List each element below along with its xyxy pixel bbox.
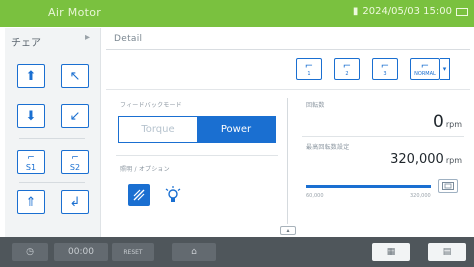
chair-divider: [19, 182, 85, 183]
chair-divider: [19, 138, 85, 139]
speed-value: 0: [433, 112, 444, 132]
light-button[interactable]: [162, 184, 184, 206]
spittoon-button[interactable]: ⇑: [17, 190, 45, 214]
battery-icon: [456, 7, 468, 16]
preset-2-button[interactable]: ⌐ 2: [334, 58, 360, 80]
clock-icon: ◷: [26, 247, 34, 257]
mode-toggle: Torque Power: [118, 116, 276, 143]
preset-2-label: 2: [345, 71, 349, 77]
max-speed-unit: rpm: [445, 156, 462, 165]
chair-panel-title: チェア: [11, 38, 41, 49]
max-speed: 320,000 rpm: [390, 152, 462, 167]
s2-label: S2: [69, 162, 81, 172]
speed-divider: [302, 136, 464, 137]
grid-icon: ▦: [386, 247, 396, 257]
speed-slider-fill: [306, 185, 431, 188]
handpiece-icon: ⌂: [191, 247, 197, 257]
power-option[interactable]: Power: [197, 117, 275, 142]
preset-1-label: 1: [307, 71, 311, 77]
max-speed-value: 320,000: [390, 152, 444, 167]
light-label: 照明 / オプション: [120, 166, 170, 173]
chair-backrest-down-button[interactable]: ↙: [61, 104, 89, 128]
chair-panel: チェア ▸ ⬆ ↖ ⬇ ↙ ⌐ S1 ⌐ S2 ⇑ ↲: [5, 28, 101, 239]
s1-label: S1: [25, 162, 37, 172]
detail-header: Detail: [106, 30, 470, 50]
timer-button[interactable]: ◷: [12, 243, 48, 261]
spray-icon: [133, 189, 145, 201]
reset-label: RESET: [123, 248, 143, 256]
preset-normal-label: NORMAL: [414, 71, 436, 77]
feedback-mode-label: フィードバックモード: [120, 102, 182, 109]
chair-backrest-up-button[interactable]: ↖: [61, 64, 89, 88]
preset-3-button[interactable]: ⌐ 3: [372, 58, 398, 80]
datetime: 2024/05/03 15:00: [362, 6, 452, 17]
position-s1-button[interactable]: ⌐ S1: [17, 150, 45, 174]
detail-title: Detail: [114, 34, 143, 44]
current-speed: 0 rpm: [433, 112, 462, 132]
speed-label: 回転数: [306, 102, 325, 109]
chair-up-icon: ⬆: [25, 68, 37, 84]
backrest-up-icon: ↖: [69, 68, 81, 84]
collapse-icon[interactable]: ▸: [85, 32, 90, 43]
backrest-down-icon: ↙: [69, 108, 81, 124]
reset-button[interactable]: RESET: [112, 243, 154, 261]
menu-button[interactable]: ▤: [428, 243, 466, 261]
window-icon: [442, 182, 454, 190]
lock-icon: ▮: [352, 6, 359, 17]
section-divider: [116, 155, 278, 156]
top-bar: Air Motor ▮ 2024/05/03 15:00: [0, 0, 474, 27]
spittoon-icon: ⇑: [25, 194, 37, 210]
timer-display: 00:00: [54, 243, 108, 261]
timer-value: 00:00: [68, 247, 94, 257]
torque-option[interactable]: Torque: [119, 117, 197, 142]
chevron-up-icon: ▴: [286, 227, 290, 234]
preset-normal-button[interactable]: ⌐ NORMAL: [410, 58, 440, 80]
return-icon: ↲: [69, 194, 81, 210]
chair-position-icon: ⌐: [27, 152, 35, 163]
bottom-bar: ◷ 00:00 RESET ⌂ ▦ ▤: [0, 237, 474, 267]
handpiece-button[interactable]: ⌂: [172, 243, 216, 261]
position-s2-button[interactable]: ⌐ S2: [61, 150, 89, 174]
chair-up-button[interactable]: ⬆: [17, 64, 45, 88]
spray-button[interactable]: [128, 184, 150, 206]
lightbulb-icon: [165, 186, 181, 202]
chair-down-button[interactable]: ⬇: [17, 104, 45, 128]
return-position-button[interactable]: ↲: [61, 190, 89, 214]
screen: Air Motor ▮ 2024/05/03 15:00 チェア ▸ ⬆ ↖ ⬇…: [0, 0, 474, 267]
chevron-down-icon[interactable]: ▾: [440, 58, 450, 80]
menu-icon: ▤: [442, 247, 452, 257]
speed-settings-button[interactable]: [438, 179, 458, 193]
chair-down-icon: ⬇: [25, 108, 37, 124]
expand-panel-tab[interactable]: ▴: [280, 226, 296, 235]
slider-min-label: 60,000: [306, 193, 324, 199]
slider-max-label: 320,000: [410, 193, 431, 199]
app-title: Air Motor: [48, 6, 102, 19]
preset-1-button[interactable]: ⌐ 1: [296, 58, 322, 80]
content-separator: [287, 98, 288, 224]
preset-3-label: 3: [383, 71, 387, 77]
top-status: ▮ 2024/05/03 15:00: [353, 6, 468, 17]
chair-position-icon: ⌐: [71, 152, 79, 163]
max-speed-label: 最高回転数設定: [306, 144, 350, 151]
grid-button[interactable]: ▦: [372, 243, 410, 261]
detail-content: フィードバックモード Torque Power 照明 / オプション 回転数 0…: [106, 92, 470, 235]
preset-toolbar: ⌐ 1 ⌐ 2 ⌐ 3 ⌐ NORMAL ▾: [106, 50, 470, 90]
speed-unit: rpm: [445, 120, 462, 129]
